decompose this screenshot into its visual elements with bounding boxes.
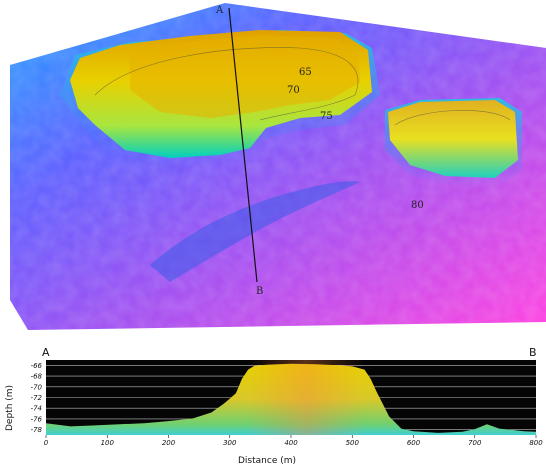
x-tick-label: 700 [468,439,482,447]
y-axis-ticks: -66 -68 -70 -72 -74 -76 -78 [31,362,43,434]
point-a-label: A [215,5,224,16]
x-axis-label: Distance (m) [238,456,296,466]
point-b-label: B [256,286,263,297]
y-axis-label: Depth (m) [5,385,15,431]
y-tick-label: -78 [31,426,43,434]
y-tick-label: -70 [31,383,43,391]
contour-label-70: 70 [287,85,300,96]
y-tick-label: -66 [31,362,43,370]
depth-profile-chart: A B -66 -68 -70 -72 -74 -76 -78 0 100 200 300 400 5… [5,346,543,466]
y-tick-label: -72 [31,394,43,402]
contour-label-75: 75 [320,111,333,122]
x-tick-label: 800 [529,439,543,447]
contour-label-65: 65 [299,67,312,78]
profile-point-b: B [529,346,537,359]
x-tick-label: 400 [284,439,298,447]
x-tick-label: 600 [407,439,421,447]
profile-point-a: A [42,346,50,359]
contour-label-80: 80 [411,200,424,211]
x-tick-label: 300 [223,439,237,447]
plateau-highlight [248,360,365,435]
bathymetry-3d-map: A B 65 70 75 80 [10,3,546,330]
x-axis-ticks: 0 100 200 300 400 500 600 700 800 [44,435,543,447]
y-tick-label: -74 [31,405,42,413]
y-tick-label: -68 [31,373,43,381]
x-tick-label: 500 [346,439,360,447]
y-tick-label: -76 [31,415,43,423]
x-tick-label: 0 [44,439,49,447]
x-tick-label: 100 [101,439,115,447]
x-tick-label: 200 [162,439,176,447]
